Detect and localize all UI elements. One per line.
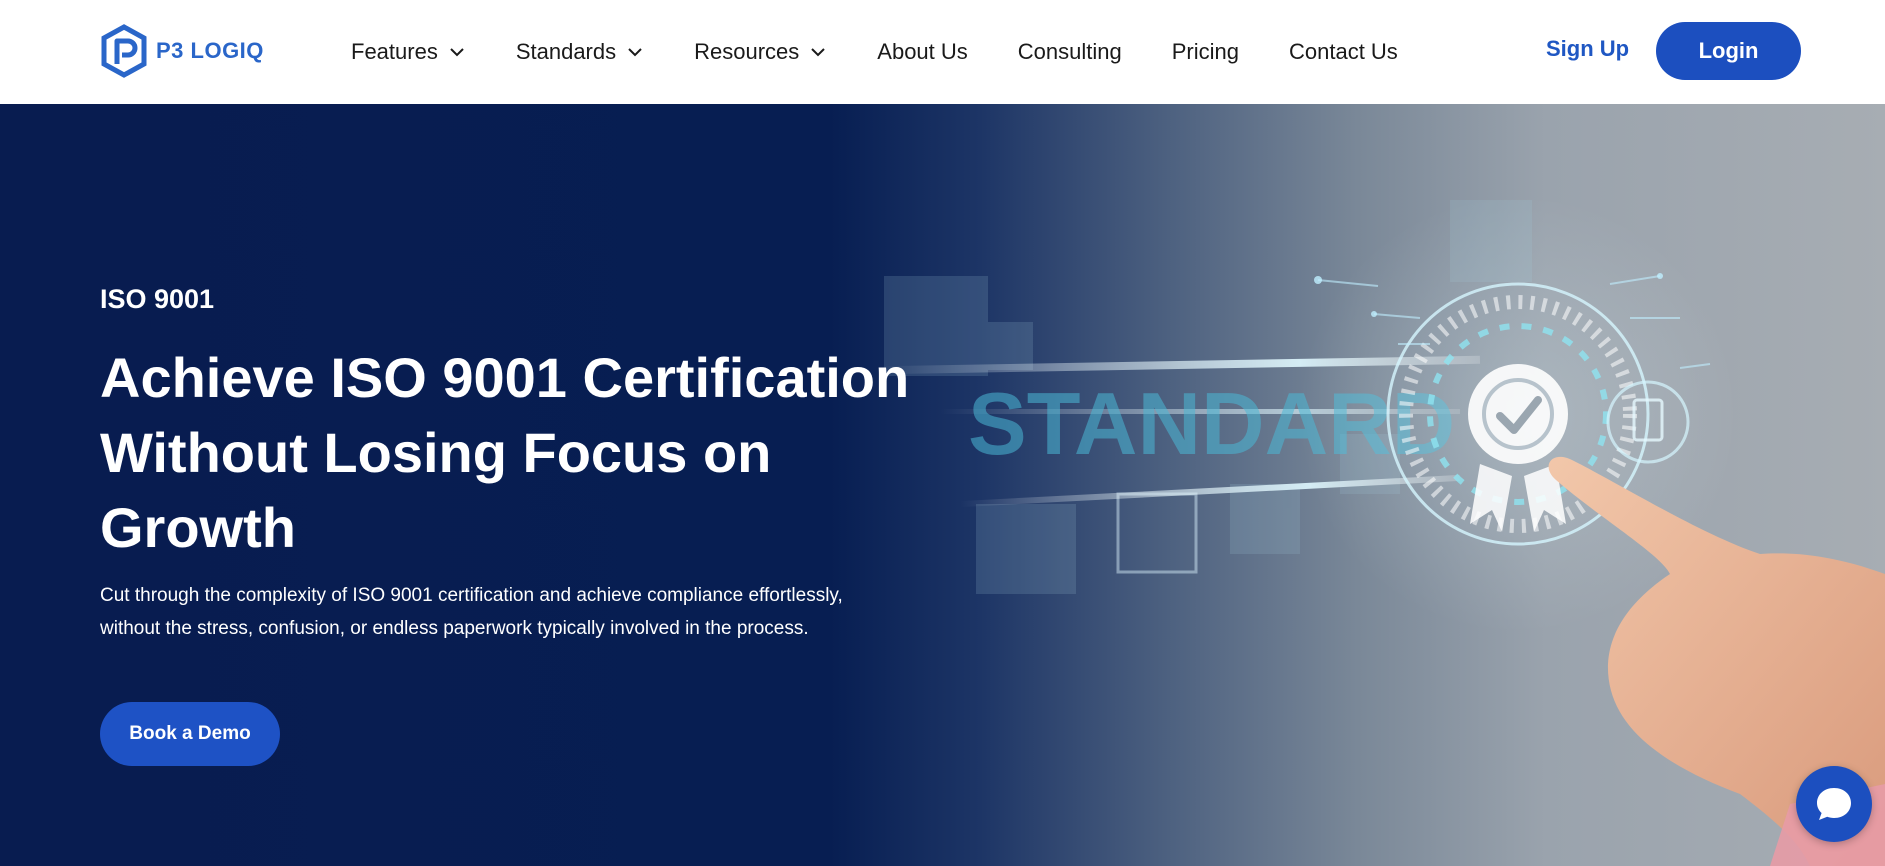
hero-description: Cut through the complexity of ISO 9001 c… [100,585,843,639]
hero-headline: Achieve ISO 9001 Certification Without L… [100,346,910,559]
nav-item-resources[interactable]: Resources [694,39,827,65]
login-button[interactable]: Login [1656,22,1801,80]
main-menu: Features Standards Resources About Us Co… [351,0,1448,104]
chevron-down-icon [628,48,642,57]
nav-item-standards[interactable]: Standards [516,39,644,65]
nav-item-label: Features [351,39,438,64]
brand-logo[interactable]: P3 LOGIQ [100,24,264,78]
chat-widget-button[interactable] [1796,766,1872,842]
nav-item-about-us[interactable]: About Us [877,39,968,65]
nav-item-contact-us[interactable]: Contact Us [1289,39,1398,65]
nav-item-label: Resources [694,39,800,64]
nav-item-label: Consulting [1017,39,1122,64]
sign-up-link[interactable]: Sign Up [1546,36,1629,62]
nav-item-label: Standards [515,39,617,64]
book-demo-button[interactable]: Book a Demo [100,702,280,766]
hero-eyebrow: ISO 9001 [100,284,215,314]
nav-item-label: Pricing [1171,39,1239,64]
chat-bubble-icon [1817,788,1851,820]
chevron-down-icon [450,48,464,57]
nav-item-pricing[interactable]: Pricing [1172,39,1239,65]
nav-item-label: About Us [877,39,968,64]
nav-item-consulting[interactable]: Consulting [1018,39,1122,65]
chevron-down-icon [811,48,825,57]
nav-item-label: Contact Us [1288,39,1398,64]
brand-name: P3 LOGIQ [156,38,264,63]
nav-item-features[interactable]: Features [351,39,466,65]
top-navigation: P3 LOGIQ Features Standards Resources Ab… [0,0,1885,104]
hero-section: STANDARD ISO 9001 Achieve ISO 9001 Certi… [0,104,1885,866]
hexagon-p-logo-icon [101,24,147,78]
